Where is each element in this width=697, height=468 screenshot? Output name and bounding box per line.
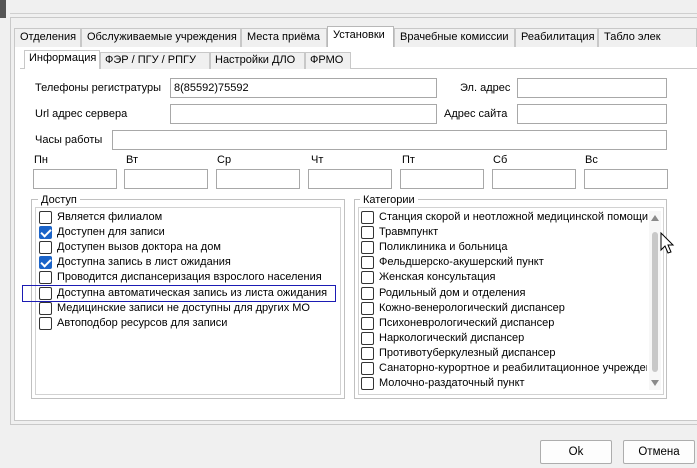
checkbox[interactable] — [361, 332, 374, 345]
day-label-fri: Пт — [402, 154, 415, 166]
window-edge-control — [0, 0, 6, 18]
category-label: Санаторно-курортное и реабилитационное у… — [379, 362, 647, 374]
access-item-label: Доступна запись в лист ожидания — [57, 256, 231, 268]
email-field[interactable] — [517, 78, 667, 98]
subtab-information[interactable]: Информация — [24, 50, 100, 69]
category-label: Фельдшерско-акушерский пункт — [379, 256, 544, 268]
checkbox[interactable] — [361, 271, 374, 284]
category-label: Наркологический диспансер — [379, 332, 525, 344]
category-label: Психоневрологический диспансер — [379, 317, 555, 329]
checkbox[interactable] — [39, 302, 52, 315]
server-url-field[interactable] — [170, 104, 437, 124]
category-label: Кожно-венерологический диспансер — [379, 302, 565, 314]
category-label: Женская консультация — [379, 271, 496, 283]
access-item-label: Доступен вызов доктора на дом — [57, 241, 221, 253]
category-label: Станция скорой и неотложной медицинской … — [379, 211, 649, 223]
working-hours-field[interactable] — [112, 130, 667, 150]
tab-settings[interactable]: Установки — [327, 26, 394, 47]
category-label: Травмпункт — [379, 226, 439, 238]
selection-highlight — [22, 285, 336, 302]
tab-display-board[interactable]: Табло элек — [598, 28, 697, 47]
day-field-thu[interactable] — [308, 169, 392, 189]
mouse-cursor-icon — [660, 232, 675, 254]
checkbox[interactable] — [39, 211, 52, 224]
access-item-label: Автоподбор ресурсов для записи — [57, 317, 228, 329]
phones-label: Телефоны регистратуры — [35, 82, 162, 94]
day-label-sat: Сб — [493, 154, 508, 166]
scroll-down-icon[interactable] — [651, 380, 659, 386]
subtab-fer-pgu-rpgu[interactable]: ФЭР / ПГУ / РПГУ — [100, 52, 210, 69]
checkbox[interactable] — [39, 317, 52, 330]
categories-group-title: Категории — [360, 194, 418, 206]
category-label: Молочно-раздаточный пункт — [379, 377, 525, 389]
access-item-label: Проводится диспансеризация взрослого нас… — [57, 271, 322, 283]
working-hours-label: Часы работы — [35, 134, 103, 146]
day-field-sat[interactable] — [492, 169, 576, 189]
checkbox[interactable] — [361, 287, 374, 300]
checkbox[interactable] — [39, 256, 52, 269]
tab-rehabilitation[interactable]: Реабилитация — [515, 28, 598, 47]
day-field-fri[interactable] — [400, 169, 484, 189]
checkbox[interactable] — [39, 271, 52, 284]
checkbox[interactable] — [361, 226, 374, 239]
day-label-sun: Вс — [585, 154, 598, 166]
access-item-label: Медицинские записи не доступны для други… — [57, 302, 310, 314]
checkbox[interactable] — [361, 241, 374, 254]
access-group-title: Доступ — [38, 194, 80, 206]
day-field-wed[interactable] — [216, 169, 300, 189]
day-label-wed: Ср — [217, 154, 232, 166]
tab-departments[interactable]: Отделения — [14, 28, 81, 47]
day-label-mon: Пн — [34, 154, 48, 166]
email-label: Эл. адрес — [460, 82, 511, 94]
day-label-thu: Чт — [311, 154, 324, 166]
day-field-tue[interactable] — [124, 169, 208, 189]
ok-button[interactable]: Ok — [540, 440, 612, 464]
checkbox[interactable] — [361, 302, 374, 315]
checkbox[interactable] — [39, 241, 52, 254]
subtab-frmo[interactable]: ФРМО — [305, 52, 351, 69]
category-label: Родильный дом и отделения — [379, 287, 526, 299]
access-item-label: Доступен для записи — [57, 226, 165, 238]
day-field-sun[interactable] — [584, 169, 668, 189]
day-label-tue: Вт — [126, 154, 139, 166]
site-field[interactable] — [517, 104, 667, 124]
day-field-mon[interactable] — [33, 169, 117, 189]
category-label: Противотуберкулезный диспансер — [379, 347, 556, 359]
checkbox[interactable] — [39, 226, 52, 239]
subtab-dlo-settings[interactable]: Настройки ДЛО — [210, 52, 305, 69]
categories-scrollbar-thumb[interactable] — [652, 232, 658, 372]
site-label: Адрес сайта — [444, 108, 508, 120]
phones-field[interactable]: 8(85592)75592 — [170, 78, 437, 98]
tab-served-institutions[interactable]: Обслуживаемые учреждения — [81, 28, 241, 47]
cancel-button[interactable]: Отмена — [623, 440, 695, 464]
access-item-label: Является филиалом — [57, 211, 163, 223]
server-url-label: Url адрес сервера — [35, 108, 128, 120]
category-label: Поликлиника и больница — [379, 241, 508, 253]
scroll-up-icon[interactable] — [651, 215, 659, 221]
tab-medical-commissions[interactable]: Врачебные комиссии — [394, 28, 515, 47]
checkbox[interactable] — [361, 362, 374, 375]
tab-reception-places[interactable]: Места приёма — [241, 28, 327, 47]
checkbox[interactable] — [361, 347, 374, 360]
category-item[interactable]: Санаторно-курортное и реабилитационное у… — [361, 361, 647, 376]
checkbox[interactable] — [361, 211, 374, 224]
checkbox[interactable] — [361, 377, 374, 390]
top-divider — [10, 13, 697, 14]
checkbox[interactable] — [361, 256, 374, 269]
checkbox[interactable] — [361, 317, 374, 330]
